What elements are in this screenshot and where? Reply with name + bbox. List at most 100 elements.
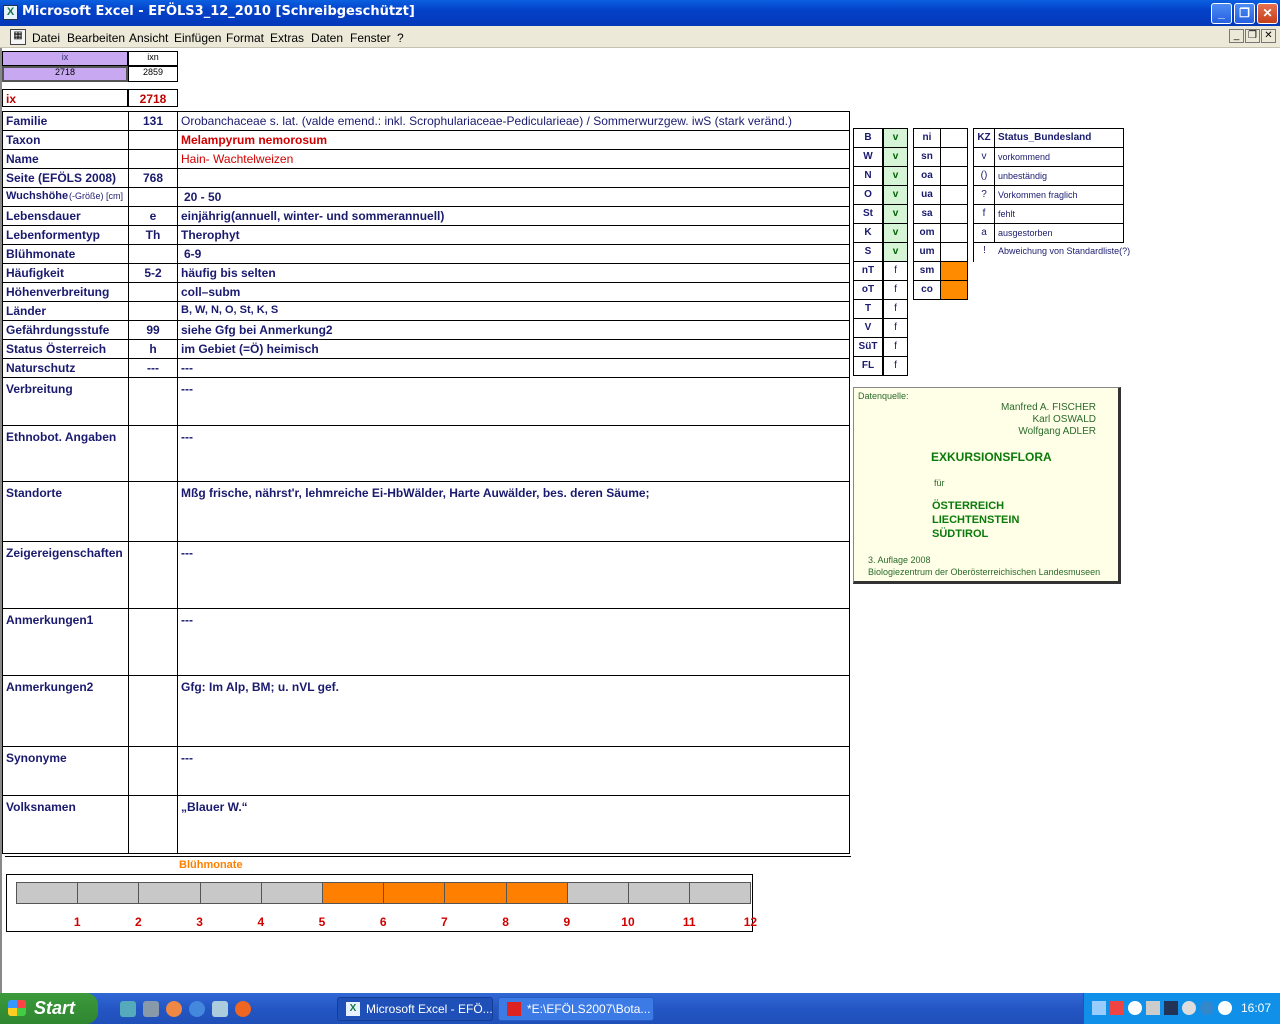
state-value[interactable]: f <box>883 261 908 281</box>
media-player-icon[interactable] <box>166 1001 182 1017</box>
altitude-code[interactable]: ni <box>913 128 941 148</box>
table-row[interactable]: Häufigkeit 5-2 häufig bis selten <box>3 264 849 283</box>
altitude-code[interactable]: ua <box>913 185 941 205</box>
table-row[interactable]: Synonyme --- <box>3 747 849 796</box>
workbook-icon[interactable]: ▦ <box>10 29 26 45</box>
table-row[interactable]: Standorte Mßg frische, nährst'r, lehmrei… <box>3 482 849 542</box>
altitude-code[interactable]: sn <box>913 147 941 167</box>
taskbar-explorer-button[interactable]: *E:\EFÖLS2007\Bota... <box>498 997 654 1021</box>
table-row[interactable]: Ethnobot. Angaben --- <box>3 426 849 482</box>
altitude-value[interactable] <box>940 242 968 262</box>
table-row[interactable]: Volksnamen „Blauer W.“ <box>3 796 849 853</box>
taskbar-excel-button[interactable]: X Microsoft Excel - EFÖ... <box>337 997 493 1021</box>
ix-header-cell[interactable]: ix <box>2 51 128 66</box>
table-row[interactable]: Lebensdauer e einjährig(annuell, winter-… <box>3 207 849 226</box>
menu-daten[interactable]: Daten <box>311 31 343 45</box>
quicklaunch-icon[interactable] <box>212 1001 228 1017</box>
menu-help[interactable]: ? <box>397 31 404 45</box>
altitude-value[interactable] <box>940 166 968 186</box>
restore-button[interactable]: ❐ <box>1234 3 1255 24</box>
minimize-button[interactable]: _ <box>1211 3 1232 24</box>
state-code[interactable]: O <box>853 185 883 205</box>
worksheet[interactable]: ix ixn 2718 2859 ix 2718 Familie 131 Oro… <box>0 48 1280 993</box>
state-value[interactable]: v <box>883 223 908 243</box>
table-row[interactable]: Familie 131 Orobanchaceae s. lat. (valde… <box>3 112 849 131</box>
state-value[interactable]: f <box>883 299 908 319</box>
mdi-close-button[interactable]: ✕ <box>1261 29 1276 43</box>
table-row[interactable]: Taxon Melampyrum nemorosum <box>3 131 849 150</box>
state-code[interactable]: N <box>853 166 883 186</box>
tray-icon[interactable] <box>1218 1001 1232 1015</box>
altitude-code[interactable]: sm <box>913 261 941 281</box>
menu-datei[interactable]: Datei <box>32 31 60 45</box>
altitude-code[interactable]: om <box>913 223 941 243</box>
state-code[interactable]: St <box>853 204 883 224</box>
altitude-code[interactable]: co <box>913 280 941 300</box>
menu-extras[interactable]: Extras <box>270 31 304 45</box>
quicklaunch-icon[interactable] <box>143 1001 159 1017</box>
state-code[interactable]: FL <box>853 356 883 376</box>
state-value[interactable]: v <box>883 185 908 205</box>
mdi-restore-button[interactable]: ❐ <box>1245 29 1260 43</box>
state-value[interactable]: f <box>883 356 908 376</box>
state-code[interactable]: T <box>853 299 883 319</box>
start-button[interactable]: Start <box>0 993 98 1024</box>
table-row[interactable]: Verbreitung --- <box>3 378 849 426</box>
table-row[interactable]: Zeigereigenschaften --- <box>3 542 849 609</box>
state-code[interactable]: nT <box>853 261 883 281</box>
altitude-code[interactable]: oa <box>913 166 941 186</box>
menu-einfuegen[interactable]: Einfügen <box>174 31 221 45</box>
state-value[interactable]: f <box>883 318 908 338</box>
state-value[interactable]: f <box>883 337 908 357</box>
table-row[interactable]: Anmerkungen1 --- <box>3 609 849 676</box>
state-code[interactable]: V <box>853 318 883 338</box>
menu-bearbeiten[interactable]: Bearbeiten <box>67 31 125 45</box>
network-icon[interactable] <box>1092 1001 1106 1015</box>
internet-explorer-icon[interactable] <box>189 1001 205 1017</box>
state-value[interactable]: v <box>883 166 908 186</box>
menu-fenster[interactable]: Fenster <box>350 31 391 45</box>
tray-icon[interactable] <box>1182 1001 1196 1015</box>
state-code[interactable]: W <box>853 147 883 167</box>
state-code[interactable]: SüT <box>853 337 883 357</box>
menu-ansicht[interactable]: Ansicht <box>129 31 168 45</box>
table-row[interactable]: Gefährdungsstufe 99 siehe Gfg bei Anmerk… <box>3 321 849 340</box>
altitude-value[interactable] <box>940 261 968 281</box>
altitude-code[interactable]: um <box>913 242 941 262</box>
state-value[interactable]: f <box>883 280 908 300</box>
ix-value-cell[interactable]: 2718 <box>2 66 128 82</box>
altitude-value[interactable] <box>940 147 968 167</box>
shield-icon[interactable] <box>1164 1001 1178 1015</box>
state-value[interactable]: v <box>883 242 908 262</box>
table-row[interactable]: Blühmonate 6-9 <box>3 245 849 264</box>
state-value[interactable]: v <box>883 128 908 148</box>
menu-format[interactable]: Format <box>226 31 264 45</box>
table-row[interactable]: Wuchshöhe (-Größe) [cm] 20 - 50 <box>3 188 849 207</box>
altitude-value[interactable] <box>940 185 968 205</box>
table-row[interactable]: Seite (EFÖLS 2008) 768 <box>3 169 849 188</box>
quicklaunch-icon[interactable] <box>120 1001 136 1017</box>
table-row[interactable]: Name Hain- Wachtelweizen <box>3 150 849 169</box>
info-icon[interactable] <box>1200 1001 1214 1015</box>
state-code[interactable]: B <box>853 128 883 148</box>
state-code[interactable]: K <box>853 223 883 243</box>
search-icon[interactable] <box>1128 1001 1142 1015</box>
table-row[interactable]: Lebenformentyp Th Therophyt <box>3 226 849 245</box>
table-row[interactable]: Status Österreich h im Gebiet (=Ö) heimi… <box>3 340 849 359</box>
mdi-minimize-button[interactable]: _ <box>1229 29 1244 43</box>
table-row[interactable]: Länder B, W, N, O, St, K, S <box>3 302 849 321</box>
state-code[interactable]: oT <box>853 280 883 300</box>
tray-icon[interactable] <box>1146 1001 1160 1015</box>
excel-icon[interactable]: X <box>3 5 18 20</box>
firefox-icon[interactable] <box>235 1001 251 1017</box>
table-row[interactable]: Anmerkungen2 Gfg: Im Alp, BM; u. nVL gef… <box>3 676 849 747</box>
state-value[interactable]: v <box>883 147 908 167</box>
table-row[interactable]: Naturschutz --- --- <box>3 359 849 378</box>
ixn-header-cell[interactable]: ixn <box>128 51 178 66</box>
ix-number-cell[interactable]: 2718 <box>128 89 178 107</box>
altitude-value[interactable] <box>940 128 968 148</box>
table-row[interactable]: Höhenverbreitung coll–subm <box>3 283 849 302</box>
ix-label-cell[interactable]: ix <box>2 89 128 107</box>
altitude-value[interactable] <box>940 204 968 224</box>
security-icon[interactable] <box>1110 1001 1124 1015</box>
